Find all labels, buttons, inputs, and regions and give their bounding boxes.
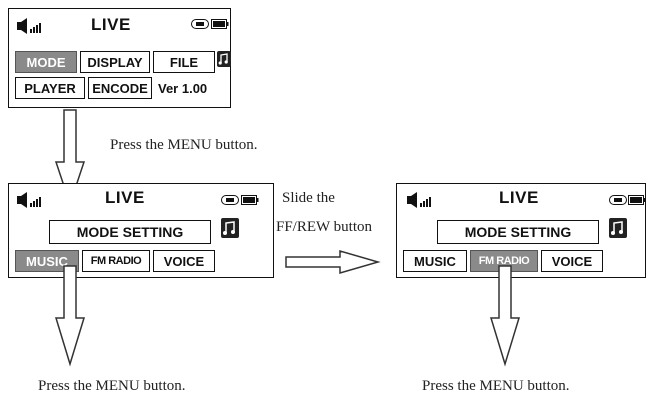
player-button[interactable]: PLAYER [15, 77, 85, 99]
mode-setting-header: MODE SETTING [437, 220, 599, 244]
down-arrow [54, 265, 86, 367]
screen-mode-setting-fm-radio: LIVE MODE SETTING MUSIC FM RADIO VOICE [396, 183, 646, 278]
music-note-icon [217, 51, 231, 67]
screen-main-menu: LIVE MODE DISPLAY FILE PLAYER ENCODE Ver… [8, 8, 231, 108]
speaker-volume-icon [407, 192, 431, 208]
screen-title: LIVE [91, 15, 131, 34]
ab-repeat-icon [191, 19, 209, 29]
ab-repeat-icon [609, 195, 627, 205]
voice-button[interactable]: VOICE [541, 250, 603, 272]
battery-icon [211, 19, 229, 29]
caption-slide-line2: FF/REW button [276, 219, 372, 235]
display-button[interactable]: DISPLAY [80, 51, 150, 73]
right-arrow [285, 250, 381, 274]
voice-button[interactable]: VOICE [153, 250, 215, 272]
ab-repeat-icon [221, 195, 239, 205]
caption-press-menu-bottom-right: Press the MENU button. [422, 378, 570, 394]
music-note-icon [221, 218, 239, 238]
caption-slide-line1: Slide the [282, 190, 335, 206]
caption-press-menu-top: Press the MENU button. [110, 137, 258, 153]
screen-mode-setting-music: LIVE MODE SETTING MUSIC FM RADIO VOICE [8, 183, 274, 278]
caption-press-menu-bottom-left: Press the MENU button. [38, 378, 186, 394]
music-note-icon [609, 218, 627, 238]
encode-button[interactable]: ENCODE [88, 77, 152, 99]
screen-title: LIVE [499, 188, 539, 207]
screen-title: LIVE [105, 188, 145, 207]
speaker-volume-icon [17, 192, 41, 208]
mode-setting-header: MODE SETTING [49, 220, 211, 244]
mode-button[interactable]: MODE [15, 51, 77, 73]
version-label: Ver 1.00 [158, 81, 208, 96]
music-button[interactable]: MUSIC [403, 250, 467, 272]
battery-icon [628, 195, 646, 205]
speaker-volume-icon [17, 18, 41, 34]
battery-icon [241, 195, 259, 205]
file-button[interactable]: FILE [153, 51, 215, 73]
down-arrow [489, 265, 521, 367]
fm-radio-button[interactable]: FM RADIO [82, 250, 150, 272]
